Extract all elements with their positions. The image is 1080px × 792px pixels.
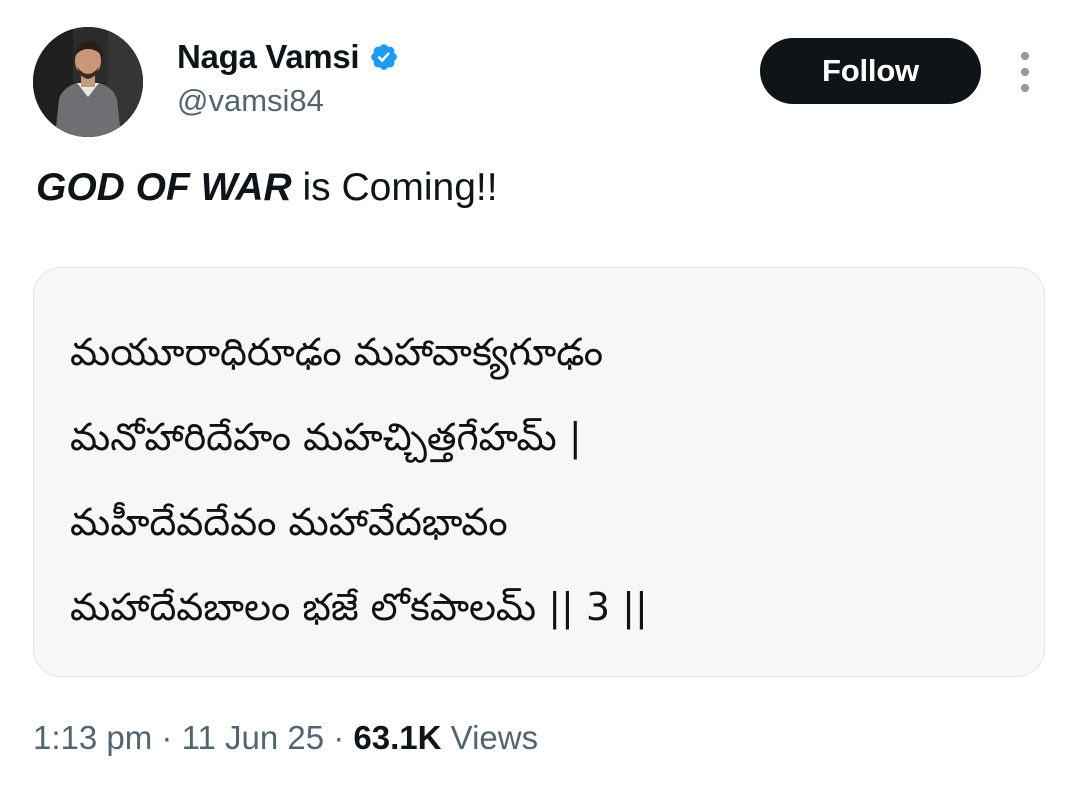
tweet-time[interactable]: 1:13 pm — [33, 719, 152, 756]
quoted-image-card[interactable]: మయూరాధిరూఢం మహావాక్యగూఢం మనోహారిదేహం మహచ… — [33, 267, 1045, 677]
more-options-icon[interactable] — [1012, 52, 1038, 92]
author-handle[interactable]: @vamsi84 — [177, 83, 324, 119]
views-count: 63.1K — [353, 719, 442, 756]
follow-button[interactable]: Follow — [760, 38, 981, 104]
tweet-metadata: 1:13 pm · 11 Jun 25 · 63.1K Views — [33, 719, 539, 756]
tweet-text-rest: is Coming!! — [291, 166, 498, 209]
tweet-date[interactable]: 11 Jun 25 — [182, 719, 325, 756]
views-label: Views — [441, 719, 539, 756]
verse-line-4: మహాదేవబాలం భజే లోకపాలమ్ || 3 || — [70, 585, 648, 629]
verse-line-2: మనోహారిదేహం మహచ్చిత్తగేహమ్ | — [70, 415, 582, 459]
avatar[interactable] — [33, 27, 143, 137]
tweet-text: GOD OF WAR is Coming!! — [36, 166, 498, 210]
verse-line-3: మహీదేవదేవం మహావేదభావం — [70, 500, 508, 544]
author-name[interactable]: Naga Vamsi — [177, 38, 360, 76]
verse-line-1: మయూరాధిరూఢం మహావాక్యగూఢం — [70, 330, 604, 374]
tweet-text-emphasis: GOD OF WAR — [36, 166, 292, 209]
verified-badge-icon — [371, 44, 398, 70]
